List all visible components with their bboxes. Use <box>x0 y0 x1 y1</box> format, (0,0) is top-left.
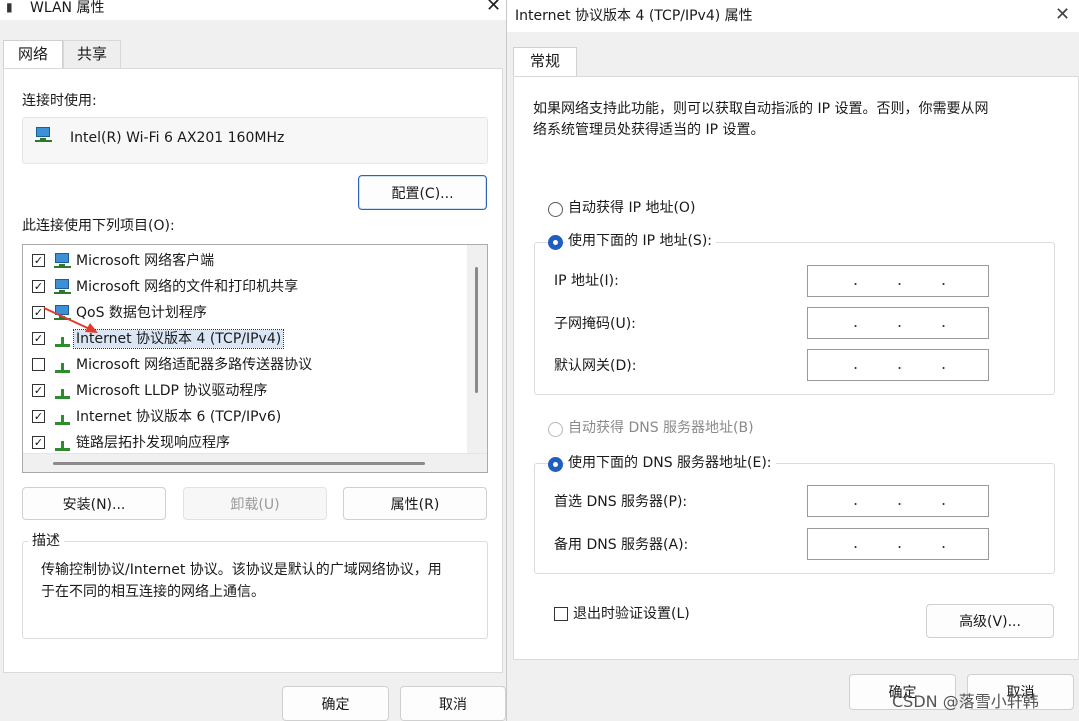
validate-on-exit-label[interactable]: 退出时验证设置(L) <box>573 605 690 623</box>
preferred-dns-label: 首选 DNS 服务器(P): <box>554 494 688 510</box>
adapter-box: Intel(R) Wi-Fi 6 AX201 160MHz <box>22 117 488 164</box>
list-item[interactable]: ✓ Microsoft 网络的文件和打印机共享 <box>23 274 463 300</box>
wlan-properties-dialog: ▮ WLAN 属性 ✕ 网络 共享 连接时使用: Intel(R) Wi-Fi … <box>0 0 506 721</box>
checkbox[interactable] <box>32 358 45 371</box>
uninstall-button[interactable]: 卸载(U) <box>183 487 327 520</box>
network-adapter-icon <box>35 127 53 143</box>
alternate-dns-field[interactable]: . . . <box>807 528 989 560</box>
auto-dns-label[interactable]: 自动获得 DNS 服务器地址(B) <box>568 419 754 437</box>
validate-on-exit-checkbox[interactable] <box>554 607 568 621</box>
connection-items-list[interactable]: ✓ Microsoft 网络客户端 ✓ Microsoft 网络的文件和打印机共… <box>22 244 488 473</box>
item-label: Internet 协议版本 6 (TCP/IPv6) <box>76 409 282 425</box>
description-text-line2: 于在不同的相互连接的网络上通信。 <box>41 584 265 600</box>
tab-network-label: 网络 <box>17 45 48 63</box>
gateway-field[interactable]: . . . <box>807 349 989 381</box>
scroll-thumb[interactable] <box>53 462 425 465</box>
ip-separator: . <box>853 270 859 289</box>
list-item[interactable]: ✓ Microsoft LLDP 协议驱动程序 <box>23 378 463 404</box>
connect-using-label: 连接时使用: <box>22 93 97 109</box>
close-icon[interactable]: ✕ <box>1055 5 1070 25</box>
scroll-thumb[interactable] <box>475 267 478 393</box>
items-label: 此连接使用下列项目(O): <box>22 218 175 234</box>
description-text-line1: 传输控制协议/Internet 协议。该协议是默认的广域网络协议，用 <box>41 562 442 578</box>
manual-ip-label[interactable]: 使用下面的 IP 地址(S): <box>565 232 716 250</box>
ip-separator: . <box>853 533 859 552</box>
auto-ip-label[interactable]: 自动获得 IP 地址(O) <box>568 199 695 217</box>
cancel-button[interactable]: 取消 <box>400 686 506 721</box>
tab-network[interactable]: 网络 <box>3 40 63 69</box>
properties-button[interactable]: 属性(R) <box>343 487 487 520</box>
ip-separator: . <box>941 270 947 289</box>
ip-separator: . <box>941 533 947 552</box>
checkbox[interactable]: ✓ <box>32 410 45 423</box>
close-icon[interactable]: ✕ <box>486 0 501 16</box>
csdn-watermark: CSDN @落雪小轩韩 <box>892 692 1039 711</box>
network-client-icon <box>54 253 72 269</box>
intro-line2: 络系统管理员处获得适当的 IP 设置。 <box>533 122 765 138</box>
ip-separator: . <box>897 490 903 509</box>
ip-address-field[interactable]: . . . <box>807 265 989 297</box>
annotation-arrow-icon <box>43 307 98 333</box>
ipv4-title: Internet 协议版本 4 (TCP/IPv4) 属性 <box>515 8 753 24</box>
protocol-icon <box>54 409 72 425</box>
ip-separator: . <box>853 490 859 509</box>
item-label: Microsoft LLDP 协议驱动程序 <box>76 383 268 399</box>
ip-address-label: IP 地址(I): <box>554 273 619 289</box>
ok-button[interactable]: 确定 <box>282 686 389 721</box>
list-item[interactable]: Microsoft 网络适配器多路传送器协议 <box>23 352 463 378</box>
network-adapter-icon: ▮ <box>6 0 13 14</box>
configure-button[interactable]: 配置(C)... <box>358 175 487 210</box>
preferred-dns-field[interactable]: . . . <box>807 485 989 517</box>
tab-general[interactable]: 常规 <box>513 47 577 77</box>
tab-general-label: 常规 <box>529 52 560 70</box>
vertical-scrollbar[interactable] <box>467 245 487 453</box>
manual-ip-radio[interactable] <box>548 235 563 250</box>
protocol-icon <box>54 435 72 451</box>
manual-dns-radio[interactable] <box>548 457 563 472</box>
install-button[interactable]: 安装(N)... <box>22 487 166 520</box>
checkbox[interactable]: ✓ <box>32 280 45 293</box>
list-item[interactable]: ✓ Microsoft 网络客户端 <box>23 248 463 274</box>
ip-separator: . <box>897 312 903 331</box>
protocol-icon <box>54 357 72 373</box>
wlan-titlebar: ▮ WLAN 属性 ✕ <box>0 0 506 20</box>
auto-dns-radio[interactable] <box>548 422 563 437</box>
tab-sharing-label: 共享 <box>76 45 107 63</box>
ipv4-titlebar: Internet 协议版本 4 (TCP/IPv4) 属性 ✕ <box>507 0 1079 32</box>
subnet-mask-label: 子网掩码(U): <box>554 316 636 332</box>
wlan-title: WLAN 属性 <box>30 0 105 16</box>
ip-separator: . <box>853 312 859 331</box>
ip-separator: . <box>941 490 947 509</box>
manual-dns-label[interactable]: 使用下面的 DNS 服务器地址(E): <box>565 454 776 472</box>
list-item[interactable]: ✓ Internet 协议版本 6 (TCP/IPv6) <box>23 404 463 430</box>
adapter-name: Intel(R) Wi-Fi 6 AX201 160MHz <box>70 130 285 146</box>
item-label: Microsoft 网络的文件和打印机共享 <box>76 279 299 295</box>
ip-separator: . <box>897 354 903 373</box>
advanced-button[interactable]: 高级(V)... <box>926 604 1054 638</box>
item-label: Microsoft 网络客户端 <box>76 253 215 269</box>
ipv4-properties-dialog: Internet 协议版本 4 (TCP/IPv4) 属性 ✕ 常规 如果网络支… <box>506 0 1079 721</box>
checkbox[interactable]: ✓ <box>32 384 45 397</box>
intro-line1: 如果网络支持此功能，则可以获取自动指派的 IP 设置。否则，你需要从网 <box>533 101 989 117</box>
checkbox[interactable]: ✓ <box>32 436 45 449</box>
gateway-label: 默认网关(D): <box>554 358 637 374</box>
ip-separator: . <box>897 270 903 289</box>
item-label: 链路层拓扑发现响应程序 <box>76 435 230 451</box>
item-label: Microsoft 网络适配器多路传送器协议 <box>76 357 313 373</box>
file-printer-sharing-icon <box>54 279 72 295</box>
protocol-icon <box>54 383 72 399</box>
subnet-mask-field[interactable]: . . . <box>807 307 989 339</box>
alternate-dns-label: 备用 DNS 服务器(A): <box>554 537 689 553</box>
ip-separator: . <box>853 354 859 373</box>
ip-separator: . <box>941 312 947 331</box>
ip-separator: . <box>897 533 903 552</box>
ip-separator: . <box>941 354 947 373</box>
auto-ip-radio[interactable] <box>548 202 563 217</box>
checkbox[interactable]: ✓ <box>32 254 45 267</box>
description-title: 描述 <box>28 532 64 550</box>
horizontal-scrollbar[interactable] <box>23 453 487 472</box>
tab-sharing[interactable]: 共享 <box>63 40 121 68</box>
